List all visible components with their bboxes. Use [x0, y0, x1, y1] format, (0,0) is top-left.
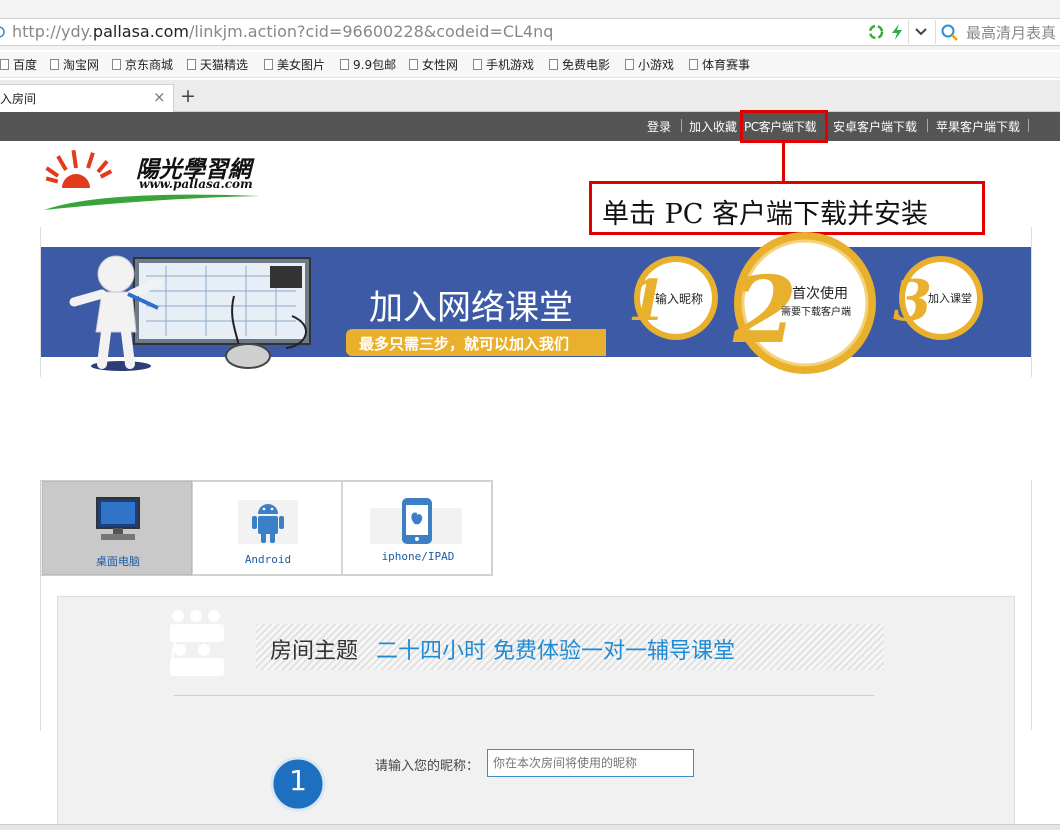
banner-title: 加入网络课堂	[369, 288, 573, 328]
android-download-link[interactable]: 安卓客户端下载	[833, 118, 917, 135]
refresh-icon[interactable]	[868, 24, 884, 40]
topic-label: 房间主题	[270, 639, 359, 664]
content-frame-right	[1031, 480, 1032, 730]
mascot-illustration	[69, 255, 311, 371]
banner-subtitle: 最多只需三步，就可以加入我们	[359, 335, 570, 353]
nickname-label: 请输入您的昵称：	[375, 759, 480, 774]
banner-frame-right	[1031, 227, 1032, 377]
tab-title: 入房间	[0, 92, 37, 106]
device-label-android: Android	[244, 553, 292, 566]
new-tab-button[interactable]: +	[180, 85, 196, 107]
site-icon	[0, 26, 5, 38]
annotation-highlight-box	[740, 110, 828, 143]
divider	[927, 119, 928, 132]
annotation-connector	[782, 143, 785, 183]
apple-download-link[interactable]: 苹果客户端下载	[936, 118, 1020, 135]
divider	[908, 20, 909, 44]
bookmark-item[interactable]: 手机游戏	[473, 56, 534, 73]
device-label-desktop: 桌面电脑	[96, 555, 140, 568]
divider	[174, 695, 874, 696]
step-3-label: 加入课堂	[928, 292, 972, 305]
bookmark-item[interactable]: 免费电影	[549, 56, 610, 73]
step-1-label: 输入昵称	[655, 292, 704, 306]
bookmark-item[interactable]: 京东商城	[112, 56, 173, 73]
search-input[interactable]: 最高清月表真	[966, 22, 1060, 43]
android-icon	[252, 504, 284, 543]
bookmark-item[interactable]: 美女图片	[264, 56, 325, 73]
annotation-callout: 单击 PC 客户端下载并安装	[589, 181, 985, 235]
login-link[interactable]: 登录	[647, 118, 671, 135]
chevron-down-icon[interactable]	[914, 27, 928, 37]
step-1-circle-number: 1	[289, 764, 307, 797]
annotation-text: 单击 PC 客户端下载并安装	[602, 199, 928, 230]
group-icon	[170, 610, 224, 676]
logo-domain: www.pallasa.com	[139, 177, 253, 191]
bookmark-item[interactable]: 百度	[0, 56, 37, 73]
url-text[interactable]: http://ydy.pallasa.com/linkjm.action?cid…	[12, 22, 553, 41]
divider	[681, 119, 682, 132]
nickname-input[interactable]	[487, 749, 694, 777]
bookmarks-bar: 百度 淘宝网 京东商城 天猫精选 美女图片 9.9包邮 女性网 手机游戏 免费电…	[0, 52, 1060, 78]
tab-close-icon[interactable]: ×	[153, 88, 166, 106]
desktop-icon	[96, 497, 140, 540]
bookmark-item[interactable]: 天猫精选	[187, 56, 248, 73]
divider	[1028, 119, 1029, 132]
content-frame-left	[40, 576, 41, 731]
lightning-icon[interactable]	[890, 23, 904, 41]
bookmark-item[interactable]: 体育赛事	[689, 56, 750, 73]
bookmark-item[interactable]: 9.9包邮	[340, 56, 396, 73]
bookmark-item[interactable]: 淘宝网	[50, 56, 99, 73]
divider	[935, 20, 936, 44]
bookmark-item[interactable]: 女性网	[409, 56, 458, 73]
step-2-label: 首次使用	[792, 286, 848, 302]
step-2-sublabel: 需要下载客户端	[781, 307, 851, 318]
device-label-ios: iphone/IPAD	[381, 550, 455, 563]
device-tab-desktop[interactable]: 桌面电脑	[42, 481, 192, 575]
site-topbar: 登录 加入收藏 PC客户端下载 安卓客户端下载 苹果客户端下载	[0, 112, 1060, 141]
step-3-number: 3	[893, 268, 932, 334]
topic-value: 二十四小时 免费体验一对一辅导课堂	[376, 639, 735, 664]
status-bar	[0, 824, 1060, 830]
favorite-link[interactable]: 加入收藏	[689, 118, 737, 135]
search-icon[interactable]	[941, 24, 959, 42]
device-tab-android[interactable]: Android	[192, 481, 342, 575]
bookmark-item[interactable]: 小游戏	[625, 56, 674, 73]
device-tab-ios[interactable]: iphone/IPAD	[342, 481, 492, 575]
iphone-icon	[402, 498, 432, 544]
